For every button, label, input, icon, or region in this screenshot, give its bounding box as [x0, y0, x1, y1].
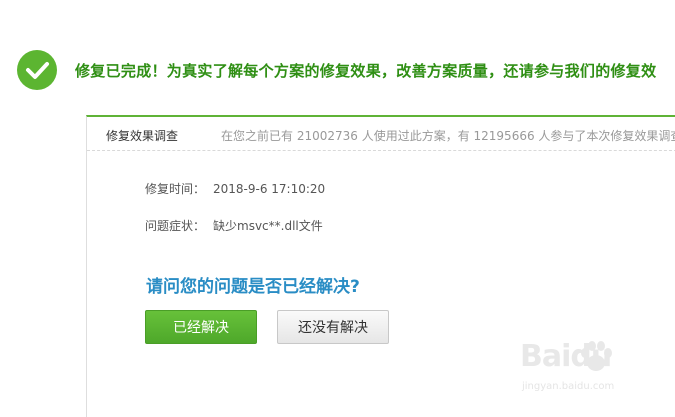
symptom-row: 问题症状： 缺少msvc**.dll文件 [145, 217, 323, 234]
panel-header: 修复效果调查 在您之前已有 21002736 人使用过此方案，有 1219566… [87, 117, 675, 151]
survey-stats: 在您之前已有 21002736 人使用过此方案，有 12195666 人参与了本… [221, 129, 675, 143]
symptom-value: 缺少msvc**.dll文件 [213, 219, 323, 233]
success-banner: 修复已完成！为真实了解每个方案的修复效果，改善方案质量，还请参与我们的修复效 [0, 0, 675, 110]
resolution-question: 请问您的问题是否已经解决? [146, 277, 360, 297]
paw-icon [581, 341, 612, 371]
check-icon [17, 50, 57, 90]
not-resolved-button[interactable]: 还没有解决 [277, 310, 389, 344]
fix-time-value: 2018-9-6 17:10:20 [213, 182, 326, 196]
panel-title: 修复效果调查 [106, 129, 179, 143]
fix-time-label: 修复时间： [145, 182, 206, 196]
fix-time-row: 修复时间： 2018-9-6 17:10:20 [145, 180, 325, 197]
baidu-watermark: Baidu jingyan.baidu.com [518, 335, 668, 405]
success-message: 修复已完成！为真实了解每个方案的修复效果，改善方案质量，还请参与我们的修复效 [75, 62, 657, 80]
resolved-button[interactable]: 已经解决 [145, 310, 257, 344]
watermark-url: jingyan.baidu.com [522, 381, 615, 392]
symptom-label: 问题症状： [145, 219, 206, 233]
